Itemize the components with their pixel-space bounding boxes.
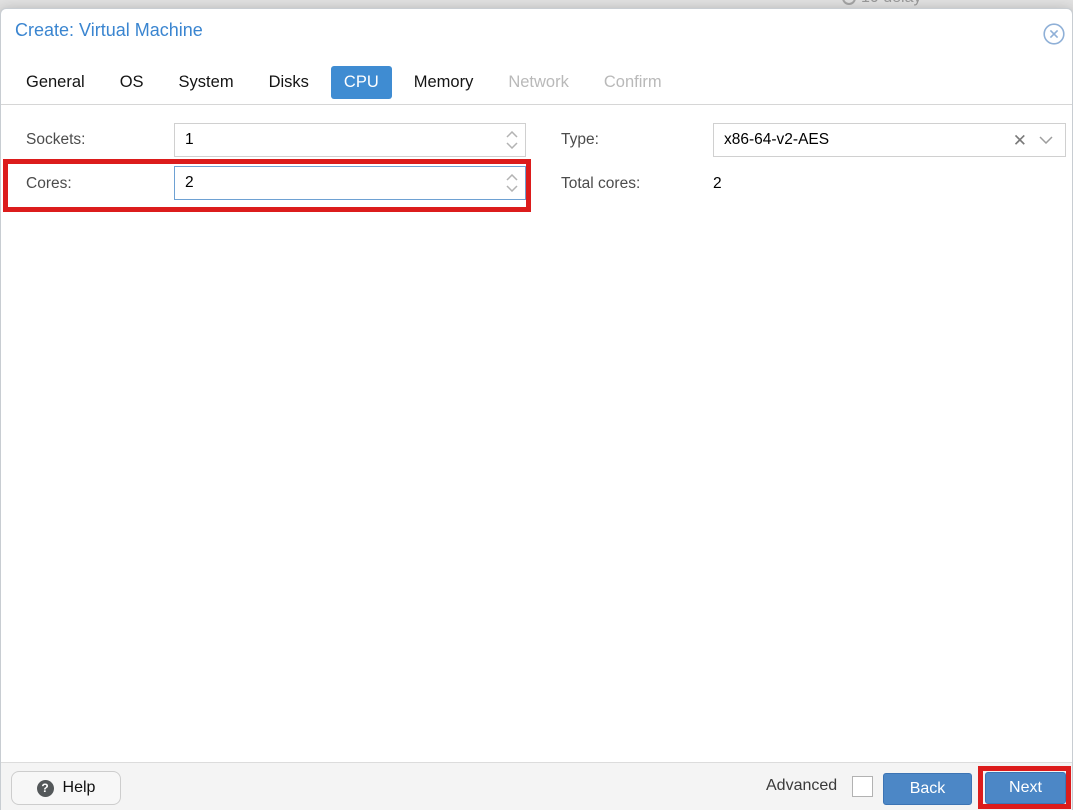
cores-field [174, 166, 526, 200]
cores-input[interactable] [175, 167, 499, 199]
tab-network: Network [495, 66, 582, 99]
help-button-label: Help [63, 779, 96, 797]
advanced-checkbox[interactable] [852, 776, 873, 797]
background-clipped-text: 10 delay [842, 0, 922, 7]
type-label: Type: [561, 131, 599, 149]
tab-memory[interactable]: Memory [401, 66, 487, 99]
next-button[interactable]: Next [985, 772, 1066, 804]
close-icon[interactable] [1043, 23, 1065, 45]
sockets-label: Sockets: [26, 131, 85, 149]
create-vm-dialog: Create: Virtual Machine General OS Syste… [0, 8, 1073, 810]
cpu-type-input[interactable] [714, 124, 1013, 156]
tab-disks[interactable]: Disks [256, 66, 322, 99]
tab-general[interactable]: General [13, 66, 98, 99]
sockets-spinner[interactable] [499, 124, 525, 156]
sockets-input[interactable] [175, 124, 499, 156]
cores-spinner[interactable] [499, 167, 525, 199]
tab-system[interactable]: System [166, 66, 247, 99]
dialog-footer: ? Help Advanced Back Next [1, 762, 1072, 810]
clock-icon [842, 0, 856, 5]
sockets-field [174, 123, 526, 157]
back-button[interactable]: Back [883, 773, 972, 805]
question-mark-icon: ? [37, 780, 54, 797]
help-button[interactable]: ? Help [11, 771, 121, 805]
tab-os[interactable]: OS [107, 66, 157, 99]
total-cores-label: Total cores: [561, 175, 640, 193]
tab-cpu[interactable]: CPU [331, 66, 392, 99]
total-cores-value: 2 [713, 175, 722, 193]
wizard-tabbar: General OS System Disks CPU Memory Netwo… [1, 61, 1072, 105]
chevron-down-icon[interactable] [1039, 136, 1053, 144]
advanced-label: Advanced [766, 777, 837, 795]
dialog-title: Create: Virtual Machine [15, 20, 203, 41]
clear-icon[interactable]: ✕ [1013, 132, 1027, 149]
cores-label: Cores: [26, 175, 72, 193]
cpu-type-combobox: ✕ [713, 123, 1066, 157]
tab-confirm: Confirm [591, 66, 675, 99]
